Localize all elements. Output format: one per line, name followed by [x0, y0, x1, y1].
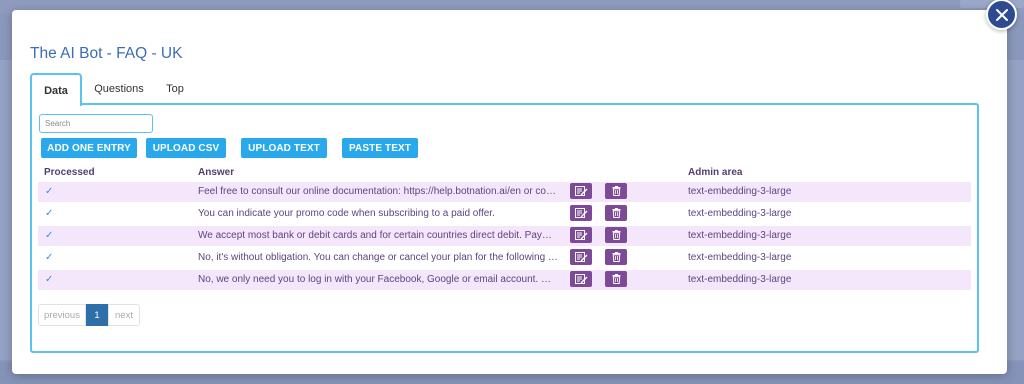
upload-text-button[interactable]: UPLOAD TEXT: [241, 138, 327, 158]
admin-area-cell: text-embedding-3-large: [688, 252, 792, 263]
admin-area-cell: text-embedding-3-large: [688, 186, 792, 197]
answer-cell: We accept most bank or debit cards and f…: [198, 230, 558, 241]
data-panel: ADD ONE ENTRY UPLOAD CSV UPLOAD TEXT PAS…: [30, 103, 979, 353]
trash-icon[interactable]: [605, 227, 627, 243]
next-page-button[interactable]: next: [108, 304, 140, 326]
edit-icon[interactable]: [570, 227, 592, 243]
upload-csv-button[interactable]: UPLOAD CSV: [146, 138, 226, 158]
add-one-entry-button[interactable]: ADD ONE ENTRY: [41, 138, 137, 158]
column-header-answer[interactable]: Answer: [198, 167, 234, 178]
modal-title: The AI Bot - FAQ - UK: [30, 45, 183, 62]
pagination: previous 1 next: [38, 304, 140, 326]
tab-questions[interactable]: Questions: [92, 73, 146, 104]
edit-icon[interactable]: [570, 249, 592, 265]
table-row: ✓ No, it's without obligation. You can c…: [38, 248, 971, 268]
close-icon[interactable]: [986, 0, 1017, 30]
answer-cell: Feel free to consult our online document…: [198, 186, 558, 197]
table-row: ✓ We accept most bank or debit cards and…: [38, 226, 971, 246]
processed-check-icon: ✓: [45, 230, 54, 241]
trash-icon[interactable]: [605, 183, 627, 199]
processed-check-icon: ✓: [45, 208, 54, 219]
admin-area-cell: text-embedding-3-large: [688, 208, 792, 219]
admin-area-cell: text-embedding-3-large: [688, 274, 792, 285]
edit-icon[interactable]: [570, 205, 592, 221]
previous-page-button[interactable]: previous: [38, 304, 86, 326]
processed-check-icon: ✓: [45, 252, 54, 263]
edit-icon[interactable]: [570, 183, 592, 199]
tab-top[interactable]: Top: [158, 73, 192, 104]
answer-cell: No, it's without obligation. You can cha…: [198, 252, 558, 263]
table-row: ✓ Feel free to consult our online docume…: [38, 182, 971, 202]
paste-text-button[interactable]: PASTE TEXT: [342, 138, 418, 158]
table-row: ✓ You can indicate your promo code when …: [38, 204, 971, 224]
search-input[interactable]: [39, 114, 153, 133]
trash-icon[interactable]: [605, 249, 627, 265]
tab-data[interactable]: Data: [30, 73, 82, 106]
faq-modal: The AI Bot - FAQ - UK Data Questions Top…: [12, 10, 1007, 374]
processed-check-icon: ✓: [45, 186, 54, 197]
processed-check-icon: ✓: [45, 274, 54, 285]
column-header-processed[interactable]: Processed: [44, 167, 95, 178]
edit-icon[interactable]: [570, 271, 592, 287]
trash-icon[interactable]: [605, 205, 627, 221]
current-page-button[interactable]: 1: [86, 304, 108, 326]
table-row: ✓ No, we only need you to log in with yo…: [38, 270, 971, 290]
trash-icon[interactable]: [605, 271, 627, 287]
answer-cell: No, we only need you to log in with your…: [198, 274, 558, 285]
answer-cell: You can indicate your promo code when su…: [198, 208, 495, 219]
admin-area-cell: text-embedding-3-large: [688, 230, 792, 241]
column-header-admin-area[interactable]: Admin area: [688, 167, 742, 178]
